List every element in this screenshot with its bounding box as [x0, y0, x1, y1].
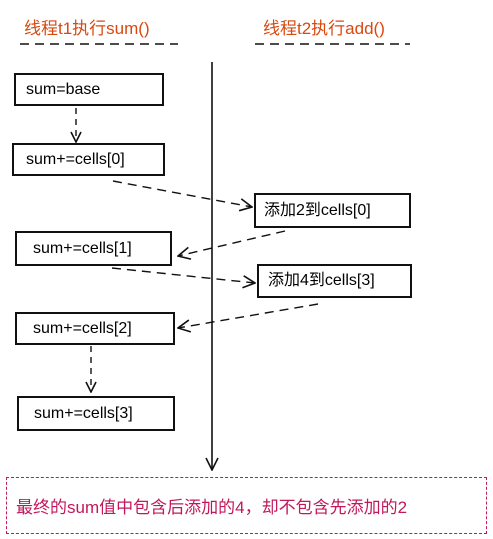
step-add4-cells3: 添加4到cells[3] — [257, 264, 412, 298]
arrow-add2-to-cells1 — [178, 230, 286, 256]
arrow-add4-to-cells2 — [178, 303, 319, 328]
conclusion-note: 最终的sum值中包含后添加的4，却不包含先添加的2 — [6, 477, 487, 534]
step-sum-cells1: sum+=cells[1] — [15, 231, 172, 266]
arrow-cells1-to-add4 — [111, 267, 255, 283]
step-sum-cells2: sum+=cells[2] — [15, 312, 175, 345]
timeline-diagram: 线程t1执行sum() 线程t2执行add() sum=base sum+=ce… — [0, 0, 493, 539]
step-sum-cells0: sum+=cells[0] — [12, 143, 165, 176]
step-add2-cells0: 添加2到cells[0] — [254, 193, 411, 228]
step-sum-cells3: sum+=cells[3] — [17, 396, 175, 431]
t2-header: 线程t2执行add() — [263, 19, 385, 38]
arrow-cells0-to-add2 — [112, 180, 252, 207]
t1-header: 线程t1执行sum() — [24, 19, 150, 38]
step-sum-base: sum=base — [14, 73, 164, 106]
